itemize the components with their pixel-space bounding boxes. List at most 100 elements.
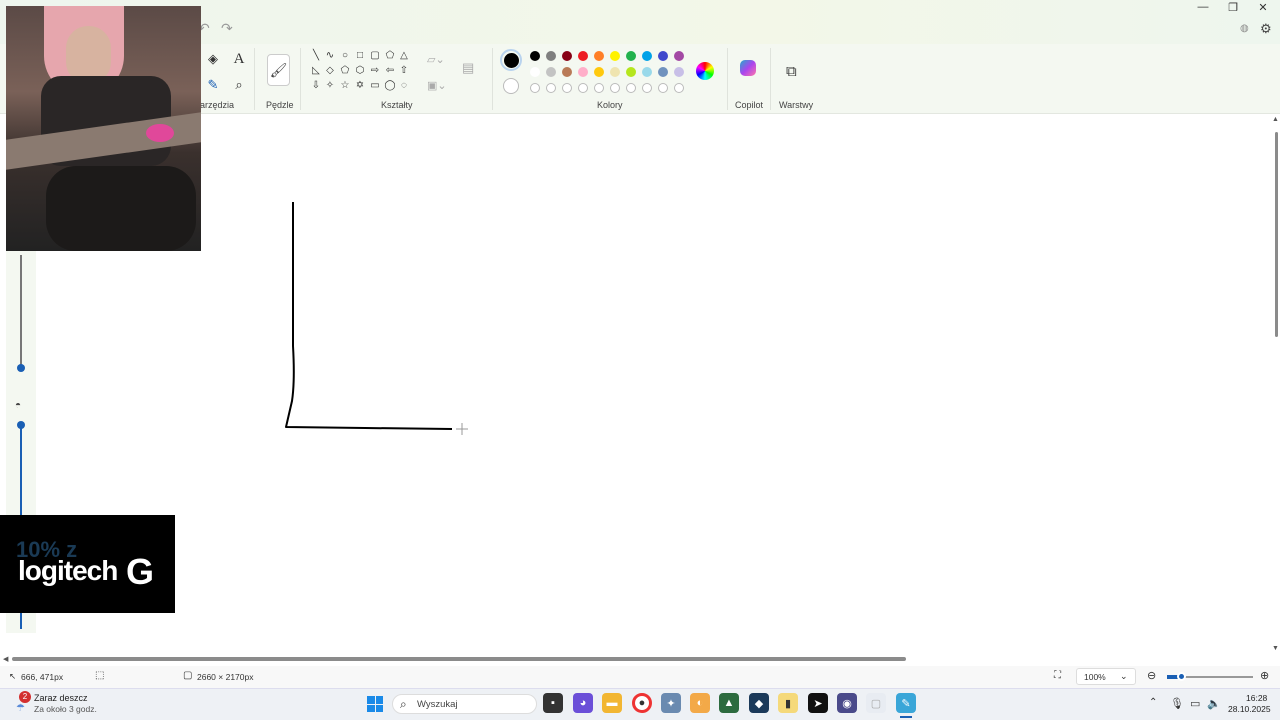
secondary-color-button[interactable] <box>503 78 519 94</box>
fit-to-window-icon[interactable]: ⛶ <box>1054 670 1061 681</box>
triangle-shape-icon[interactable]: △ <box>398 50 410 62</box>
arrow-left-shape-icon[interactable]: ⇦ <box>384 65 396 77</box>
rectangle-shape-icon[interactable]: □ <box>354 50 366 62</box>
app-icon[interactable]: ▲ <box>719 693 739 713</box>
color-swatch[interactable] <box>674 67 684 77</box>
color-swatch[interactable] <box>658 67 668 77</box>
custom-color-slot[interactable] <box>578 83 588 93</box>
drawing-canvas[interactable] <box>35 116 1273 656</box>
restore-button[interactable]: ❐ <box>1218 0 1248 14</box>
search-box[interactable]: ⌕ Wyszukaj <box>392 694 537 714</box>
brush-button[interactable]: 🖌 <box>267 54 290 86</box>
color-swatch[interactable] <box>546 51 556 61</box>
arrow-down-shape-icon[interactable]: ⇩ <box>310 80 322 92</box>
fill-style-icon[interactable]: ▣⌄ <box>427 79 447 92</box>
horizontal-scroll-thumb[interactable] <box>12 657 906 661</box>
minimize-button[interactable]: — <box>1188 0 1218 14</box>
horizontal-scrollbar[interactable] <box>0 655 1280 663</box>
app-icon[interactable]: ✦ <box>661 693 681 713</box>
scroll-left-icon[interactable]: ◀ <box>3 655 8 663</box>
color-swatch[interactable] <box>626 51 636 61</box>
microphone-icon[interactable]: 🎙 <box>1170 697 1184 710</box>
app-icon[interactable]: ◉ <box>837 693 857 713</box>
star-shape-icon[interactable]: ☆ <box>339 80 351 92</box>
zoom-slider-thumb[interactable] <box>1177 672 1186 681</box>
app-icon[interactable]: ◆ <box>749 693 769 713</box>
app-icon[interactable]: ▢ <box>866 693 886 713</box>
weather-icon[interactable]: ☂ <box>16 703 25 714</box>
custom-color-slot[interactable] <box>594 83 604 93</box>
color-swatch[interactable] <box>658 51 668 61</box>
six-point-star-shape-icon[interactable]: ✡ <box>354 80 366 92</box>
app-icon[interactable]: ▮ <box>778 693 798 713</box>
right-triangle-shape-icon[interactable]: ◺ <box>310 65 322 77</box>
polygon-shape-icon[interactable]: ⬠ <box>384 50 396 62</box>
discord-icon[interactable]: ◕ <box>573 693 593 713</box>
magnifier-icon[interactable]: ⌕ <box>230 76 248 94</box>
primary-color-button[interactable] <box>500 49 522 71</box>
color-swatch[interactable] <box>674 51 684 61</box>
curve-shape-icon[interactable]: ∿ <box>324 50 336 62</box>
chrome-icon[interactable]: ● <box>632 693 652 713</box>
copilot-icon[interactable] <box>740 60 756 76</box>
color-swatch[interactable] <box>610 67 620 77</box>
color-swatch[interactable] <box>642 67 652 77</box>
rounded-rect-shape-icon[interactable]: ▢ <box>369 50 381 62</box>
color-swatch[interactable] <box>578 51 588 61</box>
color-swatch[interactable] <box>610 51 620 61</box>
paint-app-icon[interactable]: ✎ <box>896 693 916 713</box>
account-icon[interactable]: ◍ <box>1240 23 1249 34</box>
app-icon[interactable]: ◐ <box>690 693 710 713</box>
custom-color-slot[interactable] <box>626 83 636 93</box>
weather-title[interactable]: Zaraz deszcz <box>34 693 88 703</box>
color-swatch[interactable] <box>562 51 572 61</box>
fill-icon[interactable]: ◈ <box>204 50 222 68</box>
arrow-up-shape-icon[interactable]: ⇧ <box>398 65 410 77</box>
outline-icon[interactable]: ▱⌄ <box>427 53 445 66</box>
oval-shape-icon[interactable]: ○ <box>339 50 351 62</box>
pentagon-shape-icon[interactable]: ⬠ <box>339 65 351 77</box>
callout-cloud-shape-icon[interactable]: ◌ <box>398 80 410 92</box>
arrow-right-shape-icon[interactable]: ⇨ <box>369 65 381 77</box>
clock-date[interactable]: 28.10.2025 <box>1228 704 1271 714</box>
custom-color-slot[interactable] <box>562 83 572 93</box>
scroll-up-icon[interactable]: ▲ <box>1272 116 1279 123</box>
color-swatch[interactable] <box>594 67 604 77</box>
zoom-select[interactable]: 100% ⌄ <box>1076 668 1136 685</box>
vertical-scrollbar[interactable] <box>1273 116 1280 656</box>
volume-icon[interactable]: 🔈 <box>1207 697 1221 710</box>
close-button[interactable]: ✕ <box>1248 0 1278 14</box>
custom-color-slot[interactable] <box>658 83 668 93</box>
app-icon[interactable]: ➤ <box>808 693 828 713</box>
brush-size-thumb[interactable] <box>17 364 25 372</box>
callout-rect-shape-icon[interactable]: ▭ <box>369 80 381 92</box>
diamond-shape-icon[interactable]: ◇ <box>324 65 336 77</box>
text-tool-icon[interactable]: A <box>230 50 248 68</box>
color-swatch[interactable] <box>642 51 652 61</box>
clock-time[interactable]: 16:28 <box>1246 693 1267 703</box>
color-swatch[interactable] <box>562 67 572 77</box>
custom-color-slot[interactable] <box>546 83 556 93</box>
color-swatch[interactable] <box>530 51 540 61</box>
callout-oval-shape-icon[interactable]: ◯ <box>384 80 396 92</box>
opacity-thumb[interactable] <box>17 421 25 429</box>
custom-color-slot[interactable] <box>610 83 620 93</box>
layers-icon[interactable]: ⧉ <box>786 63 797 80</box>
line-shape-icon[interactable]: ╲ <box>310 50 322 62</box>
network-icon[interactable]: ▭ <box>1190 697 1200 710</box>
hexagon-shape-icon[interactable]: ⬡ <box>354 65 366 77</box>
shape-size-icon[interactable]: ▤ <box>462 60 474 76</box>
start-button[interactable] <box>367 696 383 712</box>
scroll-down-icon[interactable]: ▼ <box>1272 645 1279 652</box>
redo-icon[interactable]: ↷ <box>221 20 233 37</box>
custom-color-slot[interactable] <box>674 83 684 93</box>
custom-color-slot[interactable] <box>642 83 652 93</box>
color-swatch[interactable] <box>546 67 556 77</box>
file-explorer-icon[interactable]: ▬ <box>602 693 622 713</box>
color-swatch[interactable] <box>594 51 604 61</box>
color-swatch[interactable] <box>530 67 540 77</box>
zoom-in-icon[interactable]: ⊕ <box>1260 669 1269 682</box>
vertical-scroll-thumb[interactable] <box>1275 132 1278 337</box>
color-picker-icon[interactable]: ✎ <box>204 76 222 94</box>
task-view-icon[interactable]: ▪ <box>543 693 563 713</box>
